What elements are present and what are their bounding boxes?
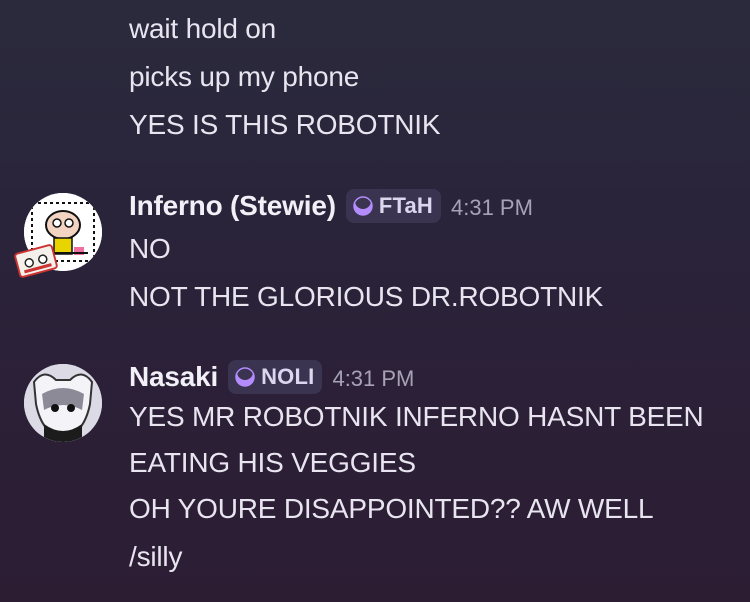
timestamp[interactable]: 4:31 PM: [332, 366, 414, 392]
message-header: Nasaki NOLI 4:31 PM: [129, 359, 414, 395]
role-tag-label: FTaH: [378, 193, 433, 218]
cassette-sticker-icon: [13, 243, 58, 278]
message-line: /silly: [129, 541, 183, 572]
username[interactable]: Inferno (Stewie): [129, 190, 336, 222]
message-line: NO: [129, 233, 171, 264]
message-line: picks up my phone: [129, 61, 360, 92]
message-line: YES MR ROBOTNIK INFERNO HASNT BEEN: [129, 401, 704, 432]
message-line: EATING HIS VEGGIES: [129, 447, 416, 478]
role-tag[interactable]: NOLI: [228, 360, 323, 394]
role-tag[interactable]: FTaH: [345, 189, 441, 223]
chat-log: wait hold on picks up my phone YES IS TH…: [0, 0, 750, 602]
crescent-moon-icon: [235, 366, 255, 387]
message-line: wait hold on: [129, 13, 277, 44]
message-line: YES IS THIS ROBOTNIK: [129, 109, 441, 140]
crescent-moon-icon: [353, 195, 373, 216]
message-line: OH YOURE DISAPPOINTED?? AW WELL: [129, 493, 654, 524]
username[interactable]: Nasaki: [129, 361, 218, 393]
message-header: Inferno (Stewie) FTaH 4:31 PM: [129, 188, 533, 224]
role-tag-label: NOLI: [261, 364, 315, 389]
avatar[interactable]: [24, 364, 102, 442]
timestamp[interactable]: 4:31 PM: [451, 195, 533, 221]
message-line: NOT THE GLORIOUS DR.ROBOTNIK: [129, 281, 604, 312]
